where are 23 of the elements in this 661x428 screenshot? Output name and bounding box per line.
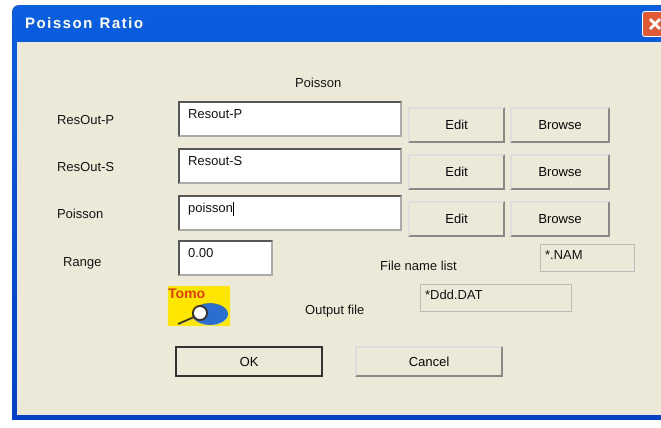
input-field[interactable]: 0.00 xyxy=(178,240,273,276)
edit-button[interactable]: Edit xyxy=(408,154,505,190)
field-label: Output file xyxy=(305,302,366,317)
edit-button[interactable]: Edit xyxy=(408,200,505,236)
field-label: ResOut-P xyxy=(57,112,116,127)
input-field[interactable]: Resout-S xyxy=(178,148,402,184)
readonly-field: *.NAM xyxy=(540,244,635,272)
readonly-field: *Ddd.DAT xyxy=(420,284,572,312)
window-title: Poisson Ratio xyxy=(25,15,145,32)
close-button[interactable] xyxy=(642,10,661,36)
field-label: ResOut-S xyxy=(57,159,116,174)
field-label: Range xyxy=(62,253,102,269)
field-label: File name list xyxy=(380,258,458,273)
dialog-button[interactable]: Cancel xyxy=(355,346,503,377)
browse-button[interactable]: Browse xyxy=(510,106,610,142)
edit-button[interactable]: Edit xyxy=(408,106,505,142)
browse-button[interactable]: Browse xyxy=(510,200,610,236)
dialog-button[interactable]: OK xyxy=(175,346,323,377)
input-field[interactable]: poisson xyxy=(178,195,402,231)
browse-button[interactable]: Browse xyxy=(510,154,610,190)
input-field[interactable]: Resout-P xyxy=(178,101,402,137)
field-label: Poisson xyxy=(57,206,104,221)
section-heading: Poisson xyxy=(295,75,342,92)
